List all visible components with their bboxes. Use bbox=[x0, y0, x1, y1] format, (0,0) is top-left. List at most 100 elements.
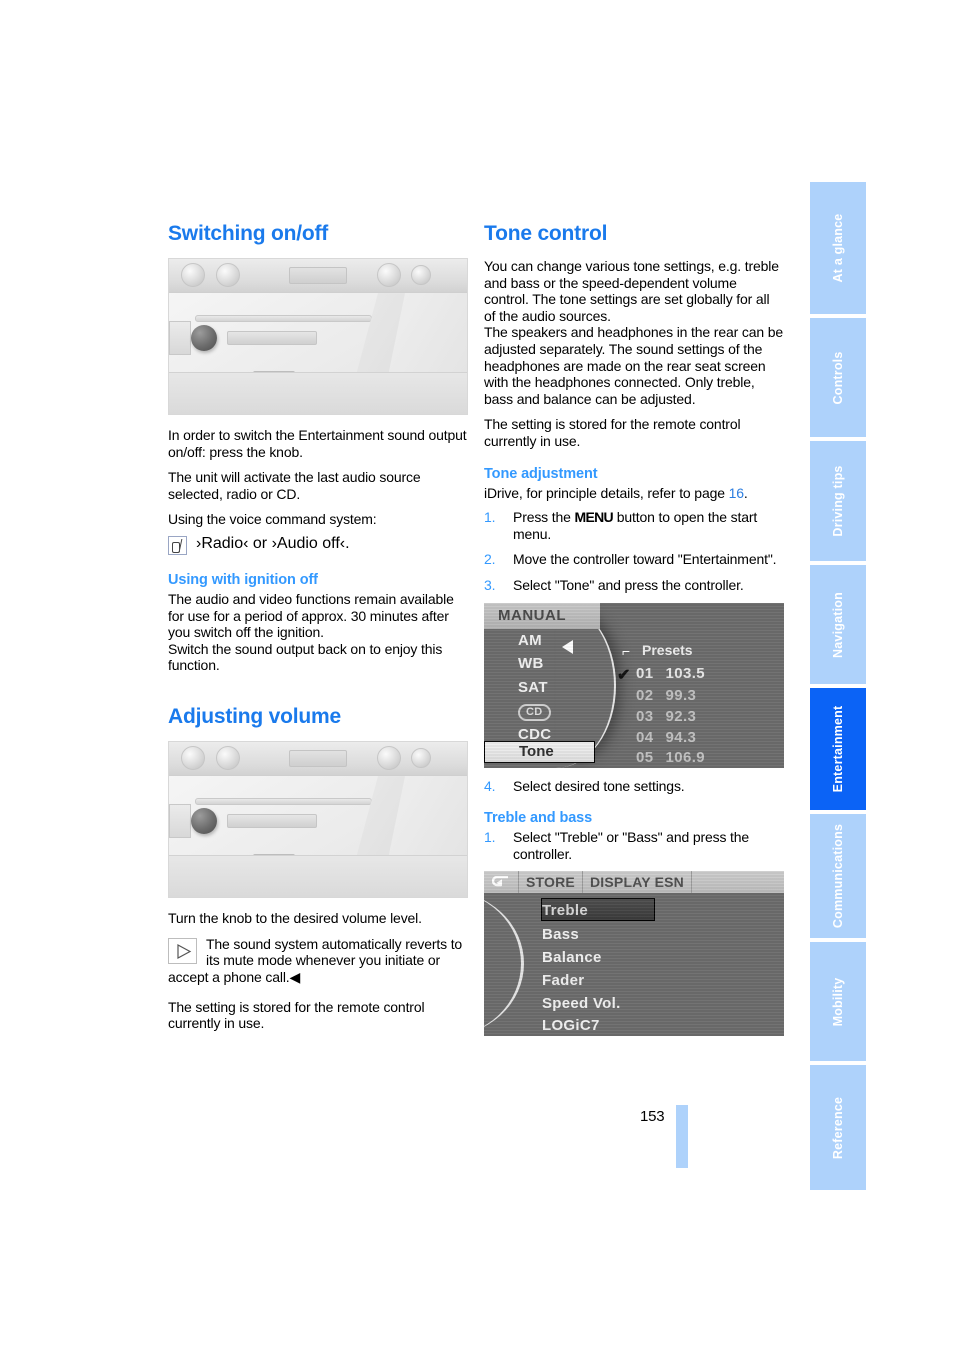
idrive-source-wb[interactable]: WB bbox=[518, 652, 588, 676]
page-title-tone-control: Tone control bbox=[484, 222, 608, 245]
step-3-text: Select "Tone" and press the controller. bbox=[513, 577, 744, 593]
paragraph-turn-knob: Turn the knob to the desired volume leve… bbox=[168, 910, 422, 927]
preset-5-frequency: 106.9 bbox=[665, 748, 706, 766]
tab-driving-tips-label: Driving tips bbox=[831, 465, 845, 537]
preset-2-number: 02 bbox=[636, 686, 654, 704]
preset-row-3[interactable]: 03 92.3 bbox=[636, 708, 696, 725]
tab-navigation-label: Navigation bbox=[831, 591, 845, 658]
step-2-number: 2. bbox=[484, 551, 496, 568]
right-column: Tone control You can change various tone… bbox=[484, 222, 784, 1046]
tab-mobility-label: Mobility bbox=[831, 977, 845, 1026]
step-1: 1. Press the MENU button to open the sta… bbox=[484, 509, 784, 542]
idrive-reference-prefix: iDrive, for principle details, refer to … bbox=[484, 484, 729, 501]
paragraph-setting-stored-right: The setting is stored for the remote con… bbox=[484, 416, 741, 450]
idrive-item-treble[interactable]: Treble bbox=[542, 902, 588, 919]
tab-at-a-glance[interactable]: At a glance bbox=[810, 182, 866, 314]
paragraph-speakers-headphones: The speakers and headphones in the rear … bbox=[484, 324, 783, 407]
tab-mobility[interactable]: Mobility bbox=[810, 942, 866, 1061]
menu-button-key: MENU bbox=[574, 509, 614, 526]
paragraph-switch-output: In order to switch the Entertainment sou… bbox=[168, 427, 467, 460]
preset-4-number: 04 bbox=[636, 728, 654, 746]
step-2: 2. Move the controller toward "Entertain… bbox=[484, 551, 784, 568]
idrive-screenshot-tone-menu: MANUAL AM WB SAT CD CDC Tone ⌐ Presets ✔… bbox=[484, 602, 784, 768]
step-4-list: 4. Select desired tone settings. bbox=[484, 778, 784, 795]
step-treble-1-number: 1. bbox=[484, 829, 496, 846]
menubar-display-esn[interactable]: DISPLAY ESN bbox=[583, 871, 692, 894]
step-treble-1-text: Select "Treble" or "Bass" and press the … bbox=[513, 829, 750, 862]
tab-reference-label: Reference bbox=[831, 1096, 845, 1159]
step-1-number: 1. bbox=[484, 509, 496, 526]
back-arrow-icon[interactable] bbox=[484, 871, 519, 894]
preset-5-number: 05 bbox=[636, 748, 654, 766]
idrive-item-balance[interactable]: Balance bbox=[542, 949, 602, 966]
idrive-source-list: AM WB SAT CD CDC bbox=[484, 629, 588, 747]
subheading-using-with-ignition-off: Using with ignition off bbox=[168, 572, 318, 589]
chapter-tab-strip: At a glance Controls Driving tips Naviga… bbox=[810, 182, 866, 1194]
idrive-item-fader[interactable]: Fader bbox=[542, 972, 584, 989]
idrive-menubar: STORE DISPLAY ESN bbox=[484, 871, 784, 894]
idrive-source-cd[interactable]: CD bbox=[518, 699, 588, 723]
tab-communications[interactable]: Communications bbox=[810, 814, 866, 938]
tab-reference[interactable]: Reference bbox=[810, 1065, 866, 1190]
idrive-source-sat[interactable]: SAT bbox=[518, 676, 588, 700]
page-title-switching-on-off: Switching on/off bbox=[168, 222, 329, 245]
note-text: The sound system automatically reverts t… bbox=[168, 935, 463, 985]
paragraph-setting-stored-left: The setting is stored for the remote con… bbox=[168, 998, 425, 1032]
tab-driving-tips[interactable]: Driving tips bbox=[810, 441, 866, 561]
illustration-dashboard-knob-2 bbox=[168, 741, 468, 899]
page-number-marker-bar bbox=[676, 1105, 688, 1168]
preset-1-number: 01 bbox=[636, 664, 654, 682]
page-title-adjusting-volume: Adjusting volume bbox=[168, 705, 341, 729]
idrive-title-manual: MANUAL bbox=[484, 602, 600, 629]
idrive-source-tone-selected[interactable]: Tone bbox=[484, 740, 595, 763]
treble-bass-steps: 1. Select "Treble" or "Bass" and press t… bbox=[484, 829, 784, 862]
preset-row-2[interactable]: 02 99.3 bbox=[636, 687, 696, 704]
step-1-text-before: Press the bbox=[513, 509, 575, 526]
preset-1-frequency: 103.5 bbox=[665, 664, 706, 682]
preset-4-frequency: 94.3 bbox=[665, 728, 697, 746]
step-4: 4. Select desired tone settings. bbox=[484, 778, 784, 795]
note-icon bbox=[168, 937, 197, 964]
tab-entertainment-label: Entertainment bbox=[831, 705, 845, 793]
tab-controls[interactable]: Controls bbox=[810, 318, 866, 437]
manual-page: Switching on/off In order to switch the … bbox=[0, 0, 954, 1351]
page-number: 153 bbox=[640, 1108, 665, 1125]
left-column: Switching on/off In order to switch the … bbox=[168, 222, 468, 1041]
preset-row-5[interactable]: 05 106.9 bbox=[636, 749, 705, 766]
menubar-store[interactable]: STORE bbox=[519, 871, 583, 894]
preset-2-frequency: 99.3 bbox=[665, 686, 697, 704]
idrive-reference-suffix: . bbox=[743, 484, 748, 501]
note-mute-mode: The sound system automatically reverts t… bbox=[168, 936, 468, 986]
tab-controls-label: Controls bbox=[831, 351, 845, 404]
idrive-source-am[interactable]: AM bbox=[518, 629, 588, 653]
paragraph-ignition-off-2: Switch the sound output back on to enjoy… bbox=[168, 640, 443, 674]
idrive-item-speed-vol[interactable]: Speed Vol. bbox=[542, 995, 621, 1012]
paragraph-voice-intro: Using the voice command system: bbox=[168, 511, 377, 528]
subheading-tone-adjustment: Tone adjustment bbox=[484, 465, 598, 482]
step-4-number: 4. bbox=[484, 777, 496, 794]
idrive-item-bass[interactable]: Bass bbox=[542, 926, 579, 943]
tone-adjustment-steps: 1. Press the MENU button to open the sta… bbox=[484, 509, 784, 593]
page-reference-link[interactable]: 16 bbox=[729, 485, 744, 501]
subheading-treble-and-bass: Treble and bass bbox=[484, 810, 593, 827]
idrive-item-logic7[interactable]: LOGiC7 bbox=[542, 1017, 600, 1034]
tab-navigation[interactable]: Navigation bbox=[810, 565, 866, 684]
step-3-number: 3. bbox=[484, 577, 496, 593]
menubar-empty bbox=[692, 871, 784, 893]
preset-row-1[interactable]: 01 103.5 bbox=[636, 665, 705, 682]
preset-row-4[interactable]: 04 94.3 bbox=[636, 729, 696, 746]
paragraph-idrive-reference: iDrive, for principle details, refer to … bbox=[484, 485, 784, 502]
tab-communications-label: Communications bbox=[831, 823, 845, 929]
preset-3-number: 03 bbox=[636, 707, 654, 725]
voice-command-icon bbox=[168, 536, 187, 556]
step-2-text: Move the controller toward "Entertainmen… bbox=[513, 551, 777, 568]
paragraph-ignition-off-1: The audio and video functions remain ava… bbox=[168, 591, 454, 641]
preset-3-frequency: 92.3 bbox=[665, 707, 697, 725]
tab-entertainment[interactable]: Entertainment bbox=[810, 688, 866, 810]
presets-back-icon: ⌐ bbox=[622, 642, 631, 659]
idrive-curve-divider-2 bbox=[484, 891, 524, 1037]
presets-header: Presets bbox=[642, 641, 693, 658]
preset-selected-check-icon: ✔ bbox=[617, 666, 631, 684]
voice-command-line: ›Radio‹ or ›Audio off‹. bbox=[168, 535, 468, 556]
step-treble-1: 1. Select "Treble" or "Bass" and press t… bbox=[484, 829, 784, 862]
